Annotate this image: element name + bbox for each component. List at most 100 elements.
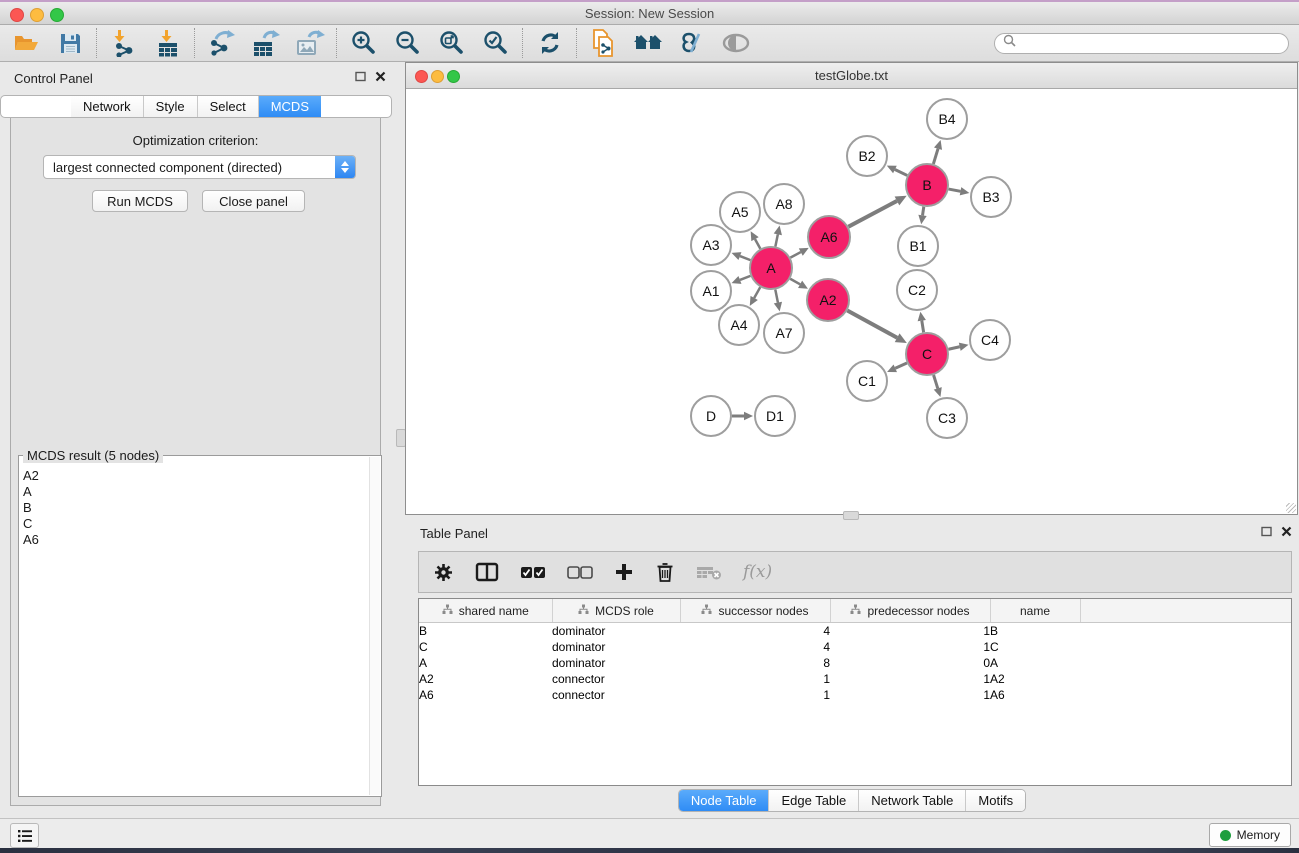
edge-A-A3[interactable] bbox=[740, 256, 751, 260]
cell-successor[interactable]: 4 bbox=[680, 623, 830, 640]
column-header-name[interactable]: name bbox=[990, 599, 1080, 623]
table-row-c[interactable]: Cdominator41C bbox=[419, 639, 1292, 655]
cell-mcds_role[interactable]: dominator bbox=[552, 639, 680, 655]
cell-mcds_role[interactable]: dominator bbox=[552, 623, 680, 640]
mcds-result-item[interactable]: A bbox=[23, 484, 369, 500]
edge-A2-C[interactable] bbox=[847, 311, 897, 338]
node-C1[interactable]: C1 bbox=[847, 361, 887, 401]
help-icon[interactable] bbox=[676, 28, 708, 58]
close-table-panel-icon[interactable] bbox=[1281, 524, 1292, 542]
mcds-result-item[interactable]: A6 bbox=[23, 532, 369, 548]
column-header-shared-name[interactable]: shared name bbox=[419, 599, 552, 623]
node-A1[interactable]: A1 bbox=[691, 271, 731, 311]
cell-predecessor[interactable]: 1 bbox=[830, 687, 990, 703]
close-panel-icon[interactable] bbox=[375, 69, 386, 87]
cell-successor[interactable]: 1 bbox=[680, 671, 830, 687]
cell-name[interactable]: A6 bbox=[990, 687, 1080, 703]
refresh-layout-icon[interactable] bbox=[534, 28, 566, 58]
import-table-icon[interactable] bbox=[152, 28, 184, 58]
network-canvas[interactable]: B4B2BB3A8A5A6A3B1AA1C2A2A4A7C4CC1C3DD1 bbox=[406, 88, 1297, 514]
column-header-predecessor-nodes[interactable]: predecessor nodes bbox=[830, 599, 990, 623]
table-row-a6[interactable]: A6connector11A6 bbox=[419, 687, 1292, 703]
tab-motifs[interactable]: Motifs bbox=[965, 790, 1025, 811]
tab-select[interactable]: Select bbox=[197, 96, 258, 117]
edge-C-C1[interactable] bbox=[895, 363, 907, 368]
node-A2[interactable]: A2 bbox=[807, 279, 849, 321]
node-B[interactable]: B bbox=[906, 164, 948, 206]
cell-name[interactable]: A2 bbox=[990, 671, 1080, 687]
edge-B-B2[interactable] bbox=[895, 169, 907, 175]
node-A4[interactable]: A4 bbox=[719, 305, 759, 345]
tab-mcds[interactable]: MCDS bbox=[258, 96, 321, 117]
cell-mcds_role[interactable]: dominator bbox=[552, 655, 680, 671]
open-session-icon[interactable] bbox=[10, 28, 42, 58]
table-options-icon[interactable] bbox=[433, 558, 454, 586]
mcds-result-scrollbar[interactable] bbox=[369, 457, 380, 795]
edge-B-B4[interactable] bbox=[933, 149, 938, 164]
save-session-icon[interactable] bbox=[54, 28, 86, 58]
tab-node-table[interactable]: Node Table bbox=[679, 790, 769, 811]
export-table-icon[interactable] bbox=[250, 28, 282, 58]
table-row-a2[interactable]: A2connector11A2 bbox=[419, 671, 1292, 687]
optimization-criterion-select[interactable]: largest connected component (directed) bbox=[43, 155, 356, 179]
edge-A-A7[interactable] bbox=[775, 290, 778, 303]
mcds-result-list[interactable]: A2ABCA6 bbox=[19, 460, 369, 794]
cell-shared_name[interactable]: B bbox=[419, 623, 552, 640]
cell-predecessor[interactable]: 1 bbox=[830, 671, 990, 687]
edge-B-B1[interactable] bbox=[923, 207, 924, 216]
node-A5[interactable]: A5 bbox=[720, 192, 760, 232]
node-A[interactable]: A bbox=[750, 247, 792, 289]
unselect-all-icon[interactable] bbox=[567, 558, 593, 586]
node-A3[interactable]: A3 bbox=[691, 225, 731, 265]
cell-shared_name[interactable]: C bbox=[419, 639, 552, 655]
cell-successor[interactable]: 8 bbox=[680, 655, 830, 671]
node-B3[interactable]: B3 bbox=[971, 177, 1011, 217]
column-header-successor-nodes[interactable]: successor nodes bbox=[680, 599, 830, 623]
cell-name[interactable]: A bbox=[990, 655, 1080, 671]
cell-name[interactable]: C bbox=[990, 639, 1080, 655]
cell-predecessor[interactable]: 1 bbox=[830, 623, 990, 640]
network-window-titlebar[interactable]: testGlobe.txt bbox=[406, 63, 1297, 89]
mcds-result-item[interactable]: A2 bbox=[23, 468, 369, 484]
edge-A-A1[interactable] bbox=[740, 276, 751, 280]
node-A6[interactable]: A6 bbox=[808, 216, 850, 258]
node-C[interactable]: C bbox=[906, 333, 948, 375]
tab-edge-table[interactable]: Edge Table bbox=[768, 790, 858, 811]
edge-A-A4[interactable] bbox=[754, 287, 760, 298]
zoom-fit-icon[interactable] bbox=[436, 28, 468, 58]
memory-button[interactable]: Memory bbox=[1209, 823, 1291, 847]
home-icon[interactable] bbox=[632, 28, 664, 58]
delete-table-icon[interactable] bbox=[696, 558, 722, 586]
node-C3[interactable]: C3 bbox=[927, 398, 967, 438]
zoom-in-icon[interactable] bbox=[348, 28, 380, 58]
column-header-mcds-role[interactable]: MCDS role bbox=[552, 599, 680, 623]
node-D[interactable]: D bbox=[691, 396, 731, 436]
float-panel-icon[interactable] bbox=[355, 69, 366, 87]
cell-mcds_role[interactable]: connector bbox=[552, 687, 680, 703]
node-D1[interactable]: D1 bbox=[755, 396, 795, 436]
export-image-icon[interactable] bbox=[294, 28, 326, 58]
edge-A-A2[interactable] bbox=[790, 279, 800, 285]
cell-successor[interactable]: 1 bbox=[680, 687, 830, 703]
table-row-a[interactable]: Adominator80A bbox=[419, 655, 1292, 671]
node-B2[interactable]: B2 bbox=[847, 136, 887, 176]
copy-current-view-icon[interactable] bbox=[588, 28, 620, 58]
search-field[interactable] bbox=[994, 33, 1289, 54]
edge-C-C3[interactable] bbox=[934, 375, 938, 388]
delete-columns-icon[interactable] bbox=[655, 558, 675, 586]
zoom-selected-icon[interactable] bbox=[480, 28, 512, 58]
close-panel-button[interactable]: Close panel bbox=[202, 190, 305, 212]
node-C2[interactable]: C2 bbox=[897, 270, 937, 310]
node-C4[interactable]: C4 bbox=[970, 320, 1010, 360]
horizontal-divider-grip[interactable] bbox=[843, 511, 859, 520]
cell-name[interactable]: B bbox=[990, 623, 1080, 640]
add-column-icon[interactable] bbox=[614, 558, 634, 586]
edge-C-C2[interactable] bbox=[922, 321, 924, 333]
edge-A6-B[interactable] bbox=[848, 201, 897, 227]
edge-A-A8[interactable] bbox=[775, 234, 777, 246]
edge-A-A5[interactable] bbox=[755, 239, 760, 249]
edge-B-B3[interactable] bbox=[949, 189, 961, 191]
function-builder-icon[interactable]: f(x) bbox=[743, 558, 772, 586]
run-mcds-button[interactable]: Run MCDS bbox=[92, 190, 188, 212]
task-history-button[interactable] bbox=[10, 823, 39, 848]
